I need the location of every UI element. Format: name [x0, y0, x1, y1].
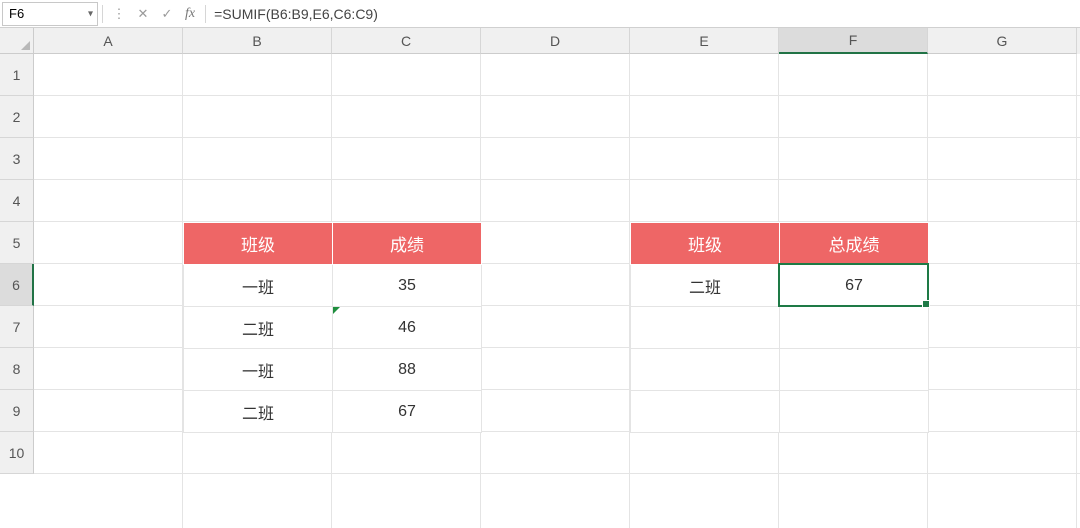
- formula-input[interactable]: [210, 2, 1080, 26]
- cell-score[interactable]: 67: [333, 391, 482, 433]
- table-row: [631, 349, 929, 391]
- header-total[interactable]: 总成绩: [780, 223, 929, 265]
- divider: [102, 5, 103, 23]
- cell-class[interactable]: 二班: [184, 391, 333, 433]
- divider: [205, 5, 206, 23]
- cell-score[interactable]: 46: [333, 307, 482, 349]
- table-row: 二班67: [184, 391, 482, 433]
- table-row: 一班35: [184, 265, 482, 307]
- cell-class[interactable]: 一班: [184, 265, 333, 307]
- table-row: 二班67: [631, 265, 929, 307]
- result-table[interactable]: 班级 总成绩 二班67: [630, 222, 929, 433]
- row-header-6[interactable]: 6: [0, 264, 34, 306]
- spreadsheet-grid[interactable]: ABCDEFG 12345678910 班级 成绩 一班35 二班46 一班88…: [0, 28, 1080, 528]
- cell-total[interactable]: [780, 349, 929, 391]
- column-header-G[interactable]: G: [928, 28, 1077, 54]
- table-row: [631, 307, 929, 349]
- cells-area[interactable]: 班级 成绩 一班35 二班46 一班88 二班67 班级 总成绩 二班67: [34, 54, 1080, 528]
- cell-class[interactable]: 二班: [184, 307, 333, 349]
- source-table[interactable]: 班级 成绩 一班35 二班46 一班88 二班67: [183, 222, 482, 433]
- row-header-2[interactable]: 2: [0, 96, 34, 138]
- cell-class[interactable]: 二班: [631, 265, 780, 307]
- cell-class[interactable]: [631, 307, 780, 349]
- name-box[interactable]: F6 ▾: [2, 2, 98, 26]
- cell-total[interactable]: [780, 307, 929, 349]
- row-header-3[interactable]: 3: [0, 138, 34, 180]
- table-row: [631, 391, 929, 433]
- column-header-C[interactable]: C: [332, 28, 481, 54]
- row-header-5[interactable]: 5: [0, 222, 34, 264]
- name-box-dropdown-icon[interactable]: ▾: [88, 8, 93, 19]
- table-header-row: 班级 成绩: [184, 223, 482, 265]
- cell-reference: F6: [9, 6, 24, 21]
- table-row: 二班46: [184, 307, 482, 349]
- row-header-7[interactable]: 7: [0, 306, 34, 348]
- column-header-F[interactable]: F: [779, 28, 928, 54]
- column-headers: ABCDEFG: [34, 28, 1080, 54]
- row-header-8[interactable]: 8: [0, 348, 34, 390]
- cell-total[interactable]: [780, 391, 929, 433]
- cancel-icon[interactable]: ✕: [131, 2, 155, 26]
- table-row: 一班88: [184, 349, 482, 391]
- cell-score[interactable]: 88: [333, 349, 482, 391]
- header-class[interactable]: 班级: [184, 223, 333, 265]
- header-class[interactable]: 班级: [631, 223, 780, 265]
- select-all-corner[interactable]: [0, 28, 34, 54]
- column-header-B[interactable]: B: [183, 28, 332, 54]
- row-header-10[interactable]: 10: [0, 432, 34, 474]
- row-headers: 12345678910: [0, 54, 34, 474]
- row-header-1[interactable]: 1: [0, 54, 34, 96]
- row-header-4[interactable]: 4: [0, 180, 34, 222]
- header-score[interactable]: 成绩: [333, 223, 482, 265]
- cell-class[interactable]: 一班: [184, 349, 333, 391]
- formula-bar: F6 ▾ ⋮ ✕ ✓ fx: [0, 0, 1080, 28]
- fx-label[interactable]: fx: [179, 6, 201, 22]
- cell-total[interactable]: 67: [780, 265, 929, 307]
- cell-class[interactable]: [631, 349, 780, 391]
- cell-class[interactable]: [631, 391, 780, 433]
- drag-handle-icon[interactable]: ⋮: [107, 2, 131, 26]
- column-header-E[interactable]: E: [630, 28, 779, 54]
- table-header-row: 班级 总成绩: [631, 223, 929, 265]
- cell-layer: 班级 成绩 一班35 二班46 一班88 二班67 班级 总成绩 二班67: [34, 54, 1080, 528]
- column-header-D[interactable]: D: [481, 28, 630, 54]
- row-header-9[interactable]: 9: [0, 390, 34, 432]
- cell-score[interactable]: 35: [333, 265, 482, 307]
- column-header-A[interactable]: A: [34, 28, 183, 54]
- enter-icon[interactable]: ✓: [155, 2, 179, 26]
